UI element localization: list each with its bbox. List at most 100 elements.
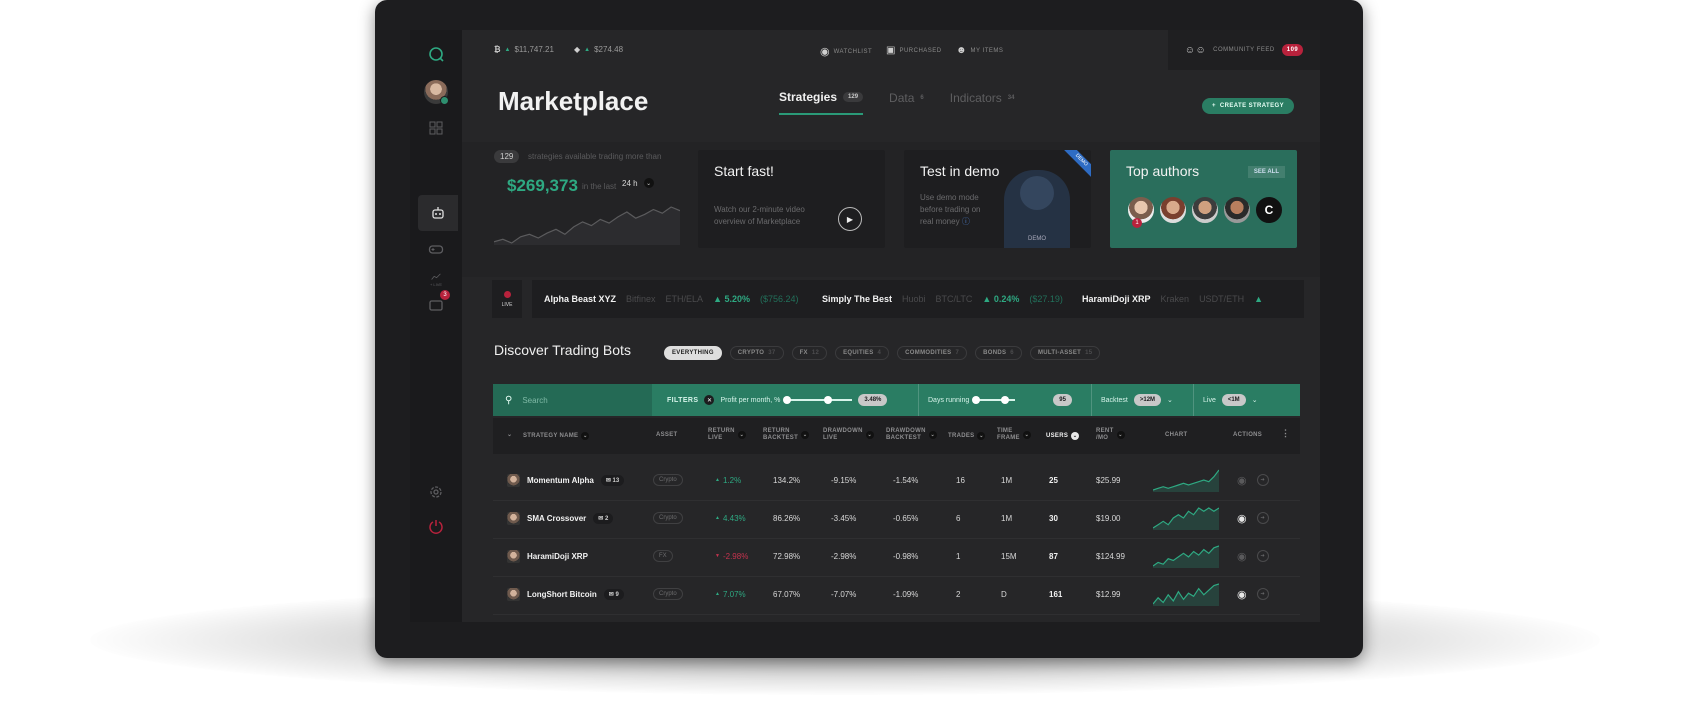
rent-arrow-icon[interactable]: ➔ — [1256, 588, 1269, 600]
tab-indicators[interactable]: Indicators 34 — [950, 90, 1015, 115]
community-feed-button[interactable]: ☺☺ COMMUNITY FEED 109 — [1168, 30, 1320, 70]
watch-eye-icon[interactable]: ◉ — [1237, 550, 1247, 563]
period-selector[interactable]: 24 h ⌄ — [622, 178, 654, 188]
header-return-live[interactable]: RETURN LIVE ⌄ — [708, 428, 746, 442]
divider — [918, 384, 919, 416]
header-rent[interactable]: RENT/MO ⌄ — [1096, 428, 1125, 442]
watch-eye-icon[interactable]: ◉ — [1237, 512, 1247, 525]
live-label: LIVE — [501, 301, 513, 308]
rent-arrow-icon[interactable]: ➔ — [1256, 550, 1269, 562]
return-live-value: -2.98% — [722, 551, 749, 561]
volume-amount: $269,373 — [507, 176, 578, 195]
table-row[interactable]: LongShort Bitcoin ✉ 9 Crypto ▲ 7.07% 67.07% -7… — [493, 574, 1300, 615]
header-label: TIME FRAME — [997, 428, 1020, 442]
strategy-name-cell[interactable]: LongShort Bitcoin ✉ 9 — [507, 574, 624, 614]
settings-gear-icon[interactable] — [422, 478, 450, 506]
trades-cell: 6 — [956, 513, 961, 523]
live-indicator: LIVE — [492, 280, 522, 318]
sparkline-area — [494, 207, 680, 245]
clear-filters-icon[interactable]: ✕ — [704, 395, 715, 405]
more-options-icon[interactable]: ⋮ — [1281, 429, 1290, 438]
strategy-name: Momentum Alpha — [527, 475, 594, 485]
live-ticker: LIVE Alpha Beast XYZ Bitfinex ETH/ELA ▲ … — [492, 280, 1320, 320]
header-return-backtest[interactable]: RETURN BACKTEST ⌄ — [763, 428, 810, 442]
trend-arrow-icon: ▲ — [715, 591, 720, 597]
ticker-item[interactable]: Simply The Best Huobi BTC/LTC ▲ 0.24% ($… — [810, 280, 1084, 318]
start-fast-title: Start fast! — [714, 163, 774, 179]
chip-commodities[interactable]: COMMODITIES 7 — [897, 346, 968, 360]
watch-eye-icon[interactable]: ◉ — [1237, 588, 1247, 601]
comments-badge[interactable]: ✉ 9 — [603, 588, 624, 600]
user-avatar[interactable] — [422, 78, 450, 106]
chip-crypto[interactable]: CRYPTO 37 — [729, 346, 784, 360]
rent-arrow-icon[interactable]: ➔ — [1256, 474, 1269, 486]
live-filter[interactable]: Live <1M ⌄ — [1203, 384, 1258, 416]
strategy-name-cell[interactable]: Momentum Alpha ✉ 13 — [507, 460, 625, 500]
author-avatar[interactable] — [1222, 195, 1252, 225]
power-icon[interactable] — [422, 512, 450, 540]
header-time-frame[interactable]: TIME FRAME ⌄ — [997, 428, 1031, 442]
author-logo-icon[interactable]: C — [1254, 195, 1284, 225]
table-row[interactable]: Momentum Alpha ✉ 13 Crypto ▲ 1.2% 134.2% -9.15… — [493, 460, 1300, 501]
header-users[interactable]: USERS ⌄ — [1046, 432, 1080, 440]
drawdown-live-cell: -2.98% — [831, 551, 857, 561]
ticker-item[interactable]: Alpha Beast XYZ Bitfinex ETH/ELA ▲ 5.20%… — [532, 280, 824, 318]
play-video-button[interactable]: ▶ — [838, 207, 862, 231]
stats-widget: 129 strategies available trading more th… — [494, 150, 680, 258]
header-trades[interactable]: TRADES ⌄ — [948, 432, 986, 440]
header-label: DRAWDOWN BACKTEST — [886, 428, 926, 442]
nav-purchased[interactable]: ▣ PURCHASED — [886, 45, 942, 56]
logo-icon[interactable] — [422, 40, 450, 68]
nav-my-items[interactable]: ☻ MY ITEMS — [956, 45, 1003, 56]
author-avatar[interactable] — [1190, 195, 1220, 225]
chip-multi-asset[interactable]: MULTI-ASSET 15 — [1029, 346, 1101, 360]
header-strategy-name[interactable]: STRATEGY NAME ⌄ — [523, 432, 590, 440]
slider-min-handle[interactable] — [783, 396, 792, 404]
live-chart-icon[interactable]: + LIVE — [422, 265, 450, 293]
sort-icon[interactable]: ⌄ — [507, 432, 512, 439]
chip-label: COMMODITIES — [905, 350, 952, 356]
tab-data[interactable]: Data 6 — [889, 90, 924, 115]
chip-everything[interactable]: EVERYTHING — [664, 346, 722, 360]
slider-max-handle[interactable] — [824, 396, 833, 404]
bot-marketplace-icon[interactable] — [418, 195, 458, 231]
profit-label: Profit per month, % — [720, 396, 781, 404]
author-rank-badge: 1 — [1132, 218, 1142, 228]
strategy-name-cell[interactable]: SMA Crossover ✉ 2 — [507, 498, 614, 538]
see-all-button[interactable]: SEE ALL — [1247, 166, 1285, 178]
create-strategy-button[interactable]: + CREATE STRATEGY — [1201, 98, 1294, 114]
watch-eye-icon[interactable]: ◉ — [1237, 474, 1247, 487]
header-label-line: /MO — [1096, 435, 1109, 441]
author-avatar[interactable] — [1158, 195, 1188, 225]
table-row[interactable]: SMA Crossover ✉ 2 Crypto ▲ 4.43% 86.26% -3.45%… — [493, 498, 1300, 539]
test-in-demo-card[interactable]: DEMO DEMO Test in demo Use demo mode bef… — [904, 150, 1091, 248]
tab-strategies[interactable]: Strategies 129 — [779, 90, 864, 115]
rent-arrow-icon[interactable]: ➔ — [1256, 512, 1269, 524]
table-row[interactable]: HaramiDoji XRP FX ▼ -2.98% 72.98% -2.98% -0.98… — [493, 536, 1300, 577]
messages-icon[interactable]: 3 — [422, 290, 450, 320]
search-input[interactable] — [520, 394, 635, 406]
nav-watchlist[interactable]: ◉ WATCHLIST — [820, 45, 872, 58]
header-drawdown-live[interactable]: DRAWDOWN LIVE ⌄ — [823, 428, 874, 442]
ticker-value: ($756.24) — [760, 294, 799, 304]
comments-badge[interactable]: ✉ 2 — [593, 512, 614, 524]
chevron-down-icon: ⌄ — [801, 431, 810, 439]
strategy-name-cell[interactable]: HaramiDoji XRP — [507, 536, 588, 576]
chip-fx[interactable]: FX 12 — [791, 346, 828, 360]
chip-bonds[interactable]: BONDS 6 — [975, 346, 1022, 360]
header-label: TRADES — [948, 432, 975, 439]
slider-max-handle[interactable] — [1001, 396, 1010, 404]
gamepad-icon[interactable] — [422, 235, 450, 263]
apps-grid-icon[interactable] — [422, 114, 450, 142]
backtest-filter[interactable]: Backtest >12M ⌄ — [1101, 384, 1173, 416]
start-fast-card[interactable]: Start fast! Watch our 2-minute video ove… — [698, 150, 885, 248]
chip-equities[interactable]: EQUITIES 4 — [835, 346, 890, 360]
comments-badge[interactable]: ✉ 13 — [600, 474, 625, 486]
days-slider[interactable] — [972, 396, 1016, 404]
header-drawdown-backtest[interactable]: DRAWDOWN BACKTEST ⌄ — [886, 428, 937, 442]
info-icon[interactable]: ⓘ — [962, 217, 970, 226]
slider-min-handle[interactable] — [972, 396, 981, 404]
profit-slider[interactable] — [783, 396, 853, 404]
ticker-item[interactable]: HaramiDoji XRP Kraken USDT/ETH ▲ — [1070, 280, 1304, 318]
avatar — [424, 80, 449, 105]
